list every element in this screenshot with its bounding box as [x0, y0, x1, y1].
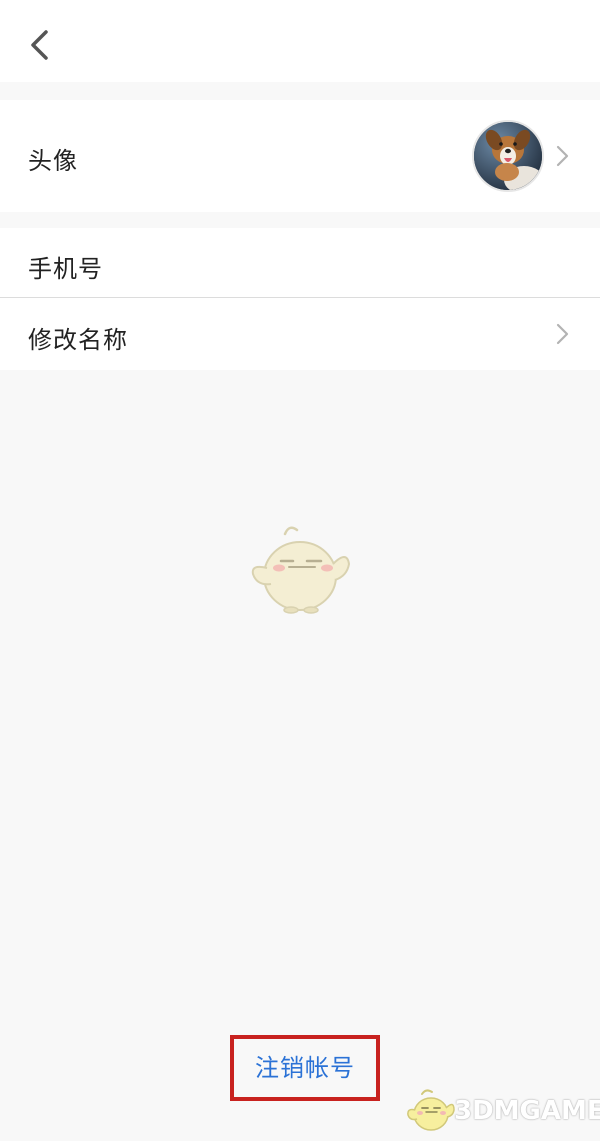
logout-highlight-frame: 注销帐号 [230, 1035, 380, 1101]
top-bar [0, 0, 600, 82]
cancel-account-button[interactable]: 注销帐号 [234, 1039, 376, 1097]
watermark: 3DMGAME [404, 1086, 600, 1136]
account-settings-screen: 头像 手机号 修改名称 注销帐号 3DMGAME [0, 0, 600, 1141]
rename-row[interactable]: 修改名称 [0, 298, 600, 370]
avatar-row[interactable]: 头像 [0, 100, 600, 212]
empty-state-mascot-icon [245, 520, 355, 620]
avatar[interactable] [472, 120, 544, 192]
avatar-image [474, 122, 542, 190]
rename-row-label: 修改名称 [28, 326, 128, 354]
phone-row-label: 手机号 [28, 255, 103, 283]
watermark-text: 3DMGAME [454, 1096, 600, 1126]
back-button[interactable] [18, 22, 62, 66]
chevron-right-icon [556, 145, 569, 167]
chevron-left-icon [31, 30, 48, 60]
watermark-mascot-icon [407, 1089, 455, 1131]
phone-row[interactable]: 手机号 [0, 228, 600, 298]
chevron-right-icon [556, 323, 569, 345]
avatar-row-label: 头像 [28, 147, 78, 175]
